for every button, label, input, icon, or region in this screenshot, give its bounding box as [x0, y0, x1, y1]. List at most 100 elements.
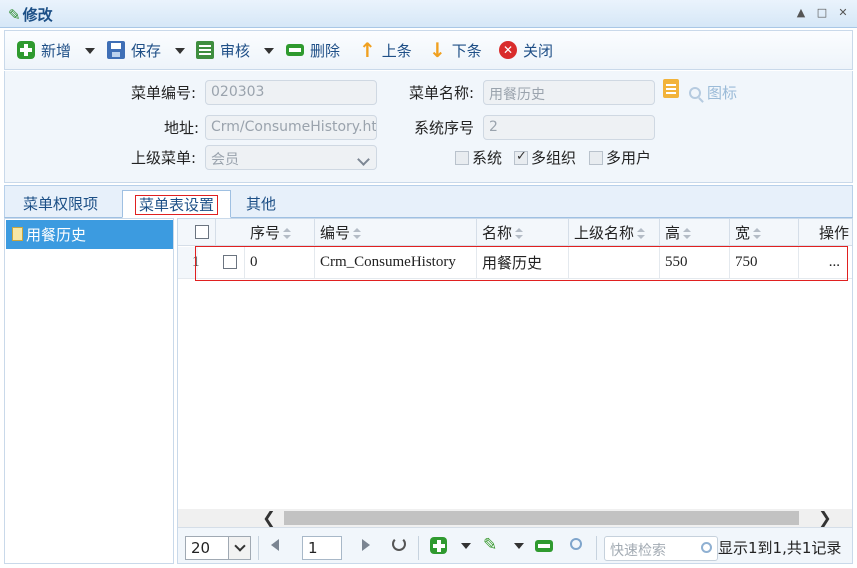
search-icon [701, 542, 712, 553]
close-button[interactable]: ✕ 关闭 [499, 39, 553, 61]
add-button[interactable]: 新增 [17, 39, 71, 61]
tree-item-dining-history[interactable]: 用餐历史 [6, 220, 173, 249]
sort-icon [283, 228, 292, 239]
menu-table-grid: 序号 编号 名称 上级名称 高 宽 操作 1 0 Crm_ConsumeHist… [177, 218, 853, 564]
col-height[interactable]: 高 [660, 219, 730, 246]
save-button[interactable]: 保存 [107, 39, 161, 61]
row-action-button[interactable]: ... [799, 247, 852, 279]
col-parent-name[interactable]: 上级名称 [569, 219, 660, 246]
window-titlebar: ✎ 修改 ▲ □ ✕ [0, 0, 857, 28]
page-size-select[interactable]: 20 [185, 536, 251, 560]
cell-code: Crm_ConsumeHistory [315, 247, 477, 279]
sort-icon [353, 228, 362, 239]
add-dropdown-arrow[interactable] [85, 48, 95, 54]
menu-tree: 用餐历史 [4, 218, 174, 564]
collapse-icon[interactable]: ▲ [794, 6, 808, 20]
chevron-down-icon [228, 537, 250, 559]
select-all-cell [178, 219, 216, 246]
save-icon [107, 41, 125, 59]
grid-delete-icon[interactable] [535, 540, 553, 552]
next-page-icon[interactable] [362, 539, 370, 551]
grid-header: 序号 编号 名称 上级名称 高 宽 操作 [178, 219, 852, 246]
table-row[interactable]: 0 Crm_ConsumeHistory 用餐历史 550 750 ... [178, 247, 852, 279]
edit-form: 菜单编号: 020303 菜单名称: 用餐历史 图标 地址: Crm/Consu… [4, 71, 853, 183]
row-checkbox-cell [216, 247, 245, 279]
close-window-icon[interactable]: ✕ [836, 6, 850, 20]
grid-add-dropdown-arrow[interactable] [461, 543, 471, 549]
tab-menu-permissions[interactable]: 菜单权限项 [11, 190, 110, 218]
col-seq[interactable]: 序号 [245, 219, 315, 246]
search-icon [689, 87, 701, 99]
divider [258, 536, 259, 560]
sys-order-field[interactable]: 2 [483, 115, 655, 140]
tab-other[interactable]: 其他 [234, 190, 288, 218]
arrow-down-icon: ↓ [429, 38, 446, 62]
close-circle-icon: ✕ [499, 41, 517, 59]
maximize-icon[interactable]: □ [815, 6, 829, 20]
grid-search-icon[interactable] [570, 538, 582, 550]
address-label: 地址: [164, 119, 200, 137]
grid-add-icon[interactable] [430, 537, 447, 554]
edit-pencil-icon: ✎ [8, 6, 21, 24]
quick-search-input[interactable]: 快速检索 [604, 536, 718, 561]
menu-code-label: 菜单编号: [131, 84, 197, 102]
refresh-icon[interactable] [392, 537, 406, 551]
col-code[interactable]: 编号 [315, 219, 477, 246]
arrow-up-icon: ↑ [359, 38, 376, 62]
system-checkbox-box[interactable] [455, 150, 469, 165]
multi-org-checkbox[interactable]: 多组织 [514, 147, 576, 168]
cell-name: 用餐历史 [477, 247, 569, 279]
sort-icon [637, 228, 646, 239]
icon-picker-link[interactable]: 图标 [689, 82, 737, 103]
save-dropdown-arrow[interactable] [175, 48, 185, 54]
cell-seq: 0 [245, 247, 315, 279]
scroll-left-icon[interactable]: ❮ [260, 509, 278, 527]
sort-icon [753, 228, 762, 239]
document-icon[interactable] [663, 79, 679, 98]
address-field[interactable]: Crm/ConsumeHistory.ht [205, 115, 377, 140]
audit-icon [196, 41, 214, 59]
menu-name-label: 菜单名称: [409, 84, 475, 102]
col-action: 操作 [818, 224, 849, 242]
tab-strip: 菜单权限项 菜单表设置 其他 [4, 185, 853, 218]
page-number-input[interactable]: 1 [302, 536, 342, 560]
menu-name-field[interactable]: 用餐历史 [483, 80, 655, 105]
scroll-right-icon[interactable]: ❯ [816, 509, 834, 527]
cell-width: 750 [730, 247, 799, 279]
prev-record-button[interactable]: ↑ 上条 [359, 38, 412, 62]
tab-menu-table-settings[interactable]: 菜单表设置 [122, 190, 232, 218]
multi-user-checkbox[interactable]: 多用户 [589, 147, 651, 168]
parent-menu-select[interactable]: 会员 [205, 145, 377, 170]
row-checkbox[interactable] [223, 255, 237, 269]
next-record-button[interactable]: ↓ 下条 [429, 38, 482, 62]
divider [596, 536, 597, 560]
select-all-checkbox[interactable] [195, 225, 209, 239]
audit-button[interactable]: 审核 [196, 39, 250, 61]
multi-org-checkbox-box[interactable] [514, 149, 528, 165]
pager: 20 1 ✎ 快速检索 显示1到1,共1记录 [178, 527, 852, 563]
toolbar: 新增 保存 审核 删除 ↑ 上条 ↓ 下条 ✕ 关闭 [4, 30, 853, 70]
sort-icon [683, 228, 692, 239]
delete-icon [286, 44, 304, 56]
horizontal-scrollbar[interactable]: ❮ ❯ [178, 509, 852, 527]
parent-menu-label: 上级菜单: [131, 149, 197, 167]
col-name[interactable]: 名称 [477, 219, 569, 246]
add-icon [17, 41, 35, 59]
system-checkbox[interactable]: 系统 [455, 147, 502, 168]
window-title: ✎ 修改 [8, 6, 53, 24]
pager-summary: 显示1到1,共1记录 [718, 539, 842, 557]
audit-dropdown-arrow[interactable] [264, 48, 274, 54]
multi-user-checkbox-box[interactable] [589, 150, 603, 165]
scrollbar-thumb[interactable] [284, 511, 799, 525]
grid-edit-icon[interactable]: ✎ [483, 535, 497, 555]
cell-height: 550 [660, 247, 730, 279]
col-width[interactable]: 宽 [730, 219, 799, 246]
sort-icon [515, 228, 524, 239]
document-leaf-icon [12, 227, 23, 241]
cell-parent-name [569, 247, 660, 279]
menu-code-field[interactable]: 020303 [205, 80, 377, 105]
delete-button[interactable]: 删除 [286, 39, 340, 61]
grid-edit-dropdown-arrow[interactable] [514, 543, 524, 549]
prev-page-icon[interactable] [271, 539, 279, 551]
divider [418, 536, 419, 560]
